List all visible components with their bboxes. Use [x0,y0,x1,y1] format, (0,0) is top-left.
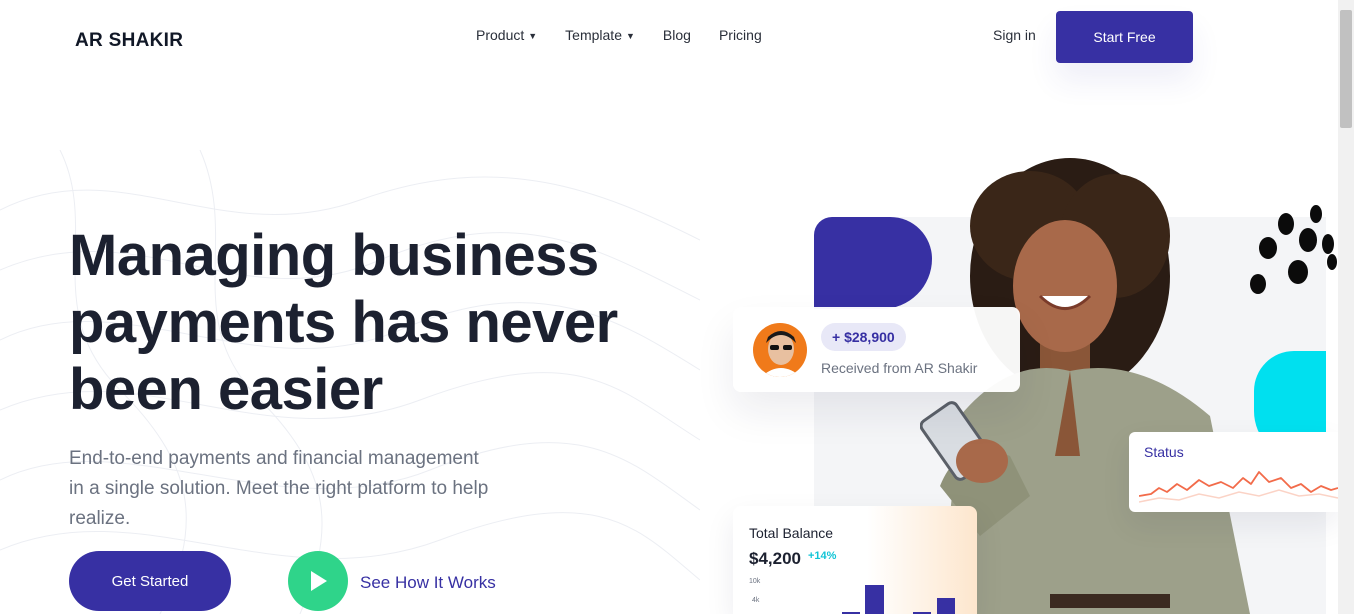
nav-item-label: Product [476,27,525,43]
status-sparkline [1139,471,1338,503]
chart-bar [818,602,836,614]
subtext-line: End-to-end payments and financial manage… [69,448,479,469]
chart-bar [937,598,955,614]
hero-headline: Managing business payments has never bee… [69,222,669,423]
payment-received-card: + $28,900 Received from AR Shakir [733,307,1020,392]
avatar [753,323,807,377]
balance-value: $4,200 [749,549,801,568]
start-free-button[interactable]: Start Free [1056,11,1193,63]
status-card: Status [1129,432,1338,512]
get-started-button[interactable]: Get Started [69,551,231,611]
scrollbar-thumb[interactable] [1340,10,1352,128]
main-nav: Product ▼ Template ▼ Blog Pricing [476,27,762,43]
axis-label: 10k [749,578,761,585]
nav-item-template[interactable]: Template ▼ [565,27,635,43]
balance-change-badge: +14% [808,550,837,562]
play-video-button[interactable] [288,551,348,611]
decorative-dots [1250,205,1337,294]
hero-subtext: End-to-end payments and financial manage… [69,444,529,534]
nav-item-label: Pricing [718,27,762,43]
received-from-text: Received from AR Shakir [821,360,978,376]
see-how-it-works-link[interactable]: See How It Works [360,573,496,593]
nav-item-blog[interactable]: Blog [663,27,691,43]
nav-item-label: Template [565,27,622,43]
total-balance-card: Total Balance $4,200 +14% 10k 4k [733,506,977,614]
nav-item-pricing[interactable]: Pricing [719,27,762,43]
subtext-line: in a single solution. Meet the right pla… [69,478,489,499]
nav-item-label: Blog [662,27,691,43]
headline-line: Managing business [69,223,599,288]
brand-logo[interactable]: AR SHAKIR [75,30,183,52]
balance-label: Total Balance [749,525,834,541]
chevron-down-icon: ▼ [528,31,538,41]
chevron-down-icon: ▼ [625,31,635,41]
sign-in-link[interactable]: Sign in [993,27,1036,43]
axis-label: 4k [752,597,760,604]
subtext-line: realize. [69,508,131,529]
blue-blob-shape [814,217,932,309]
amount-badge: + $28,900 [821,323,906,351]
chart-bar [865,585,884,614]
headline-line: payments has never [69,290,618,355]
headline-line: been easier [69,357,383,422]
page-scrollbar[interactable] [1338,0,1354,614]
nav-item-product[interactable]: Product ▼ [476,27,537,43]
balance-bar-chart: 10k 4k [749,578,955,614]
play-icon [311,571,327,591]
